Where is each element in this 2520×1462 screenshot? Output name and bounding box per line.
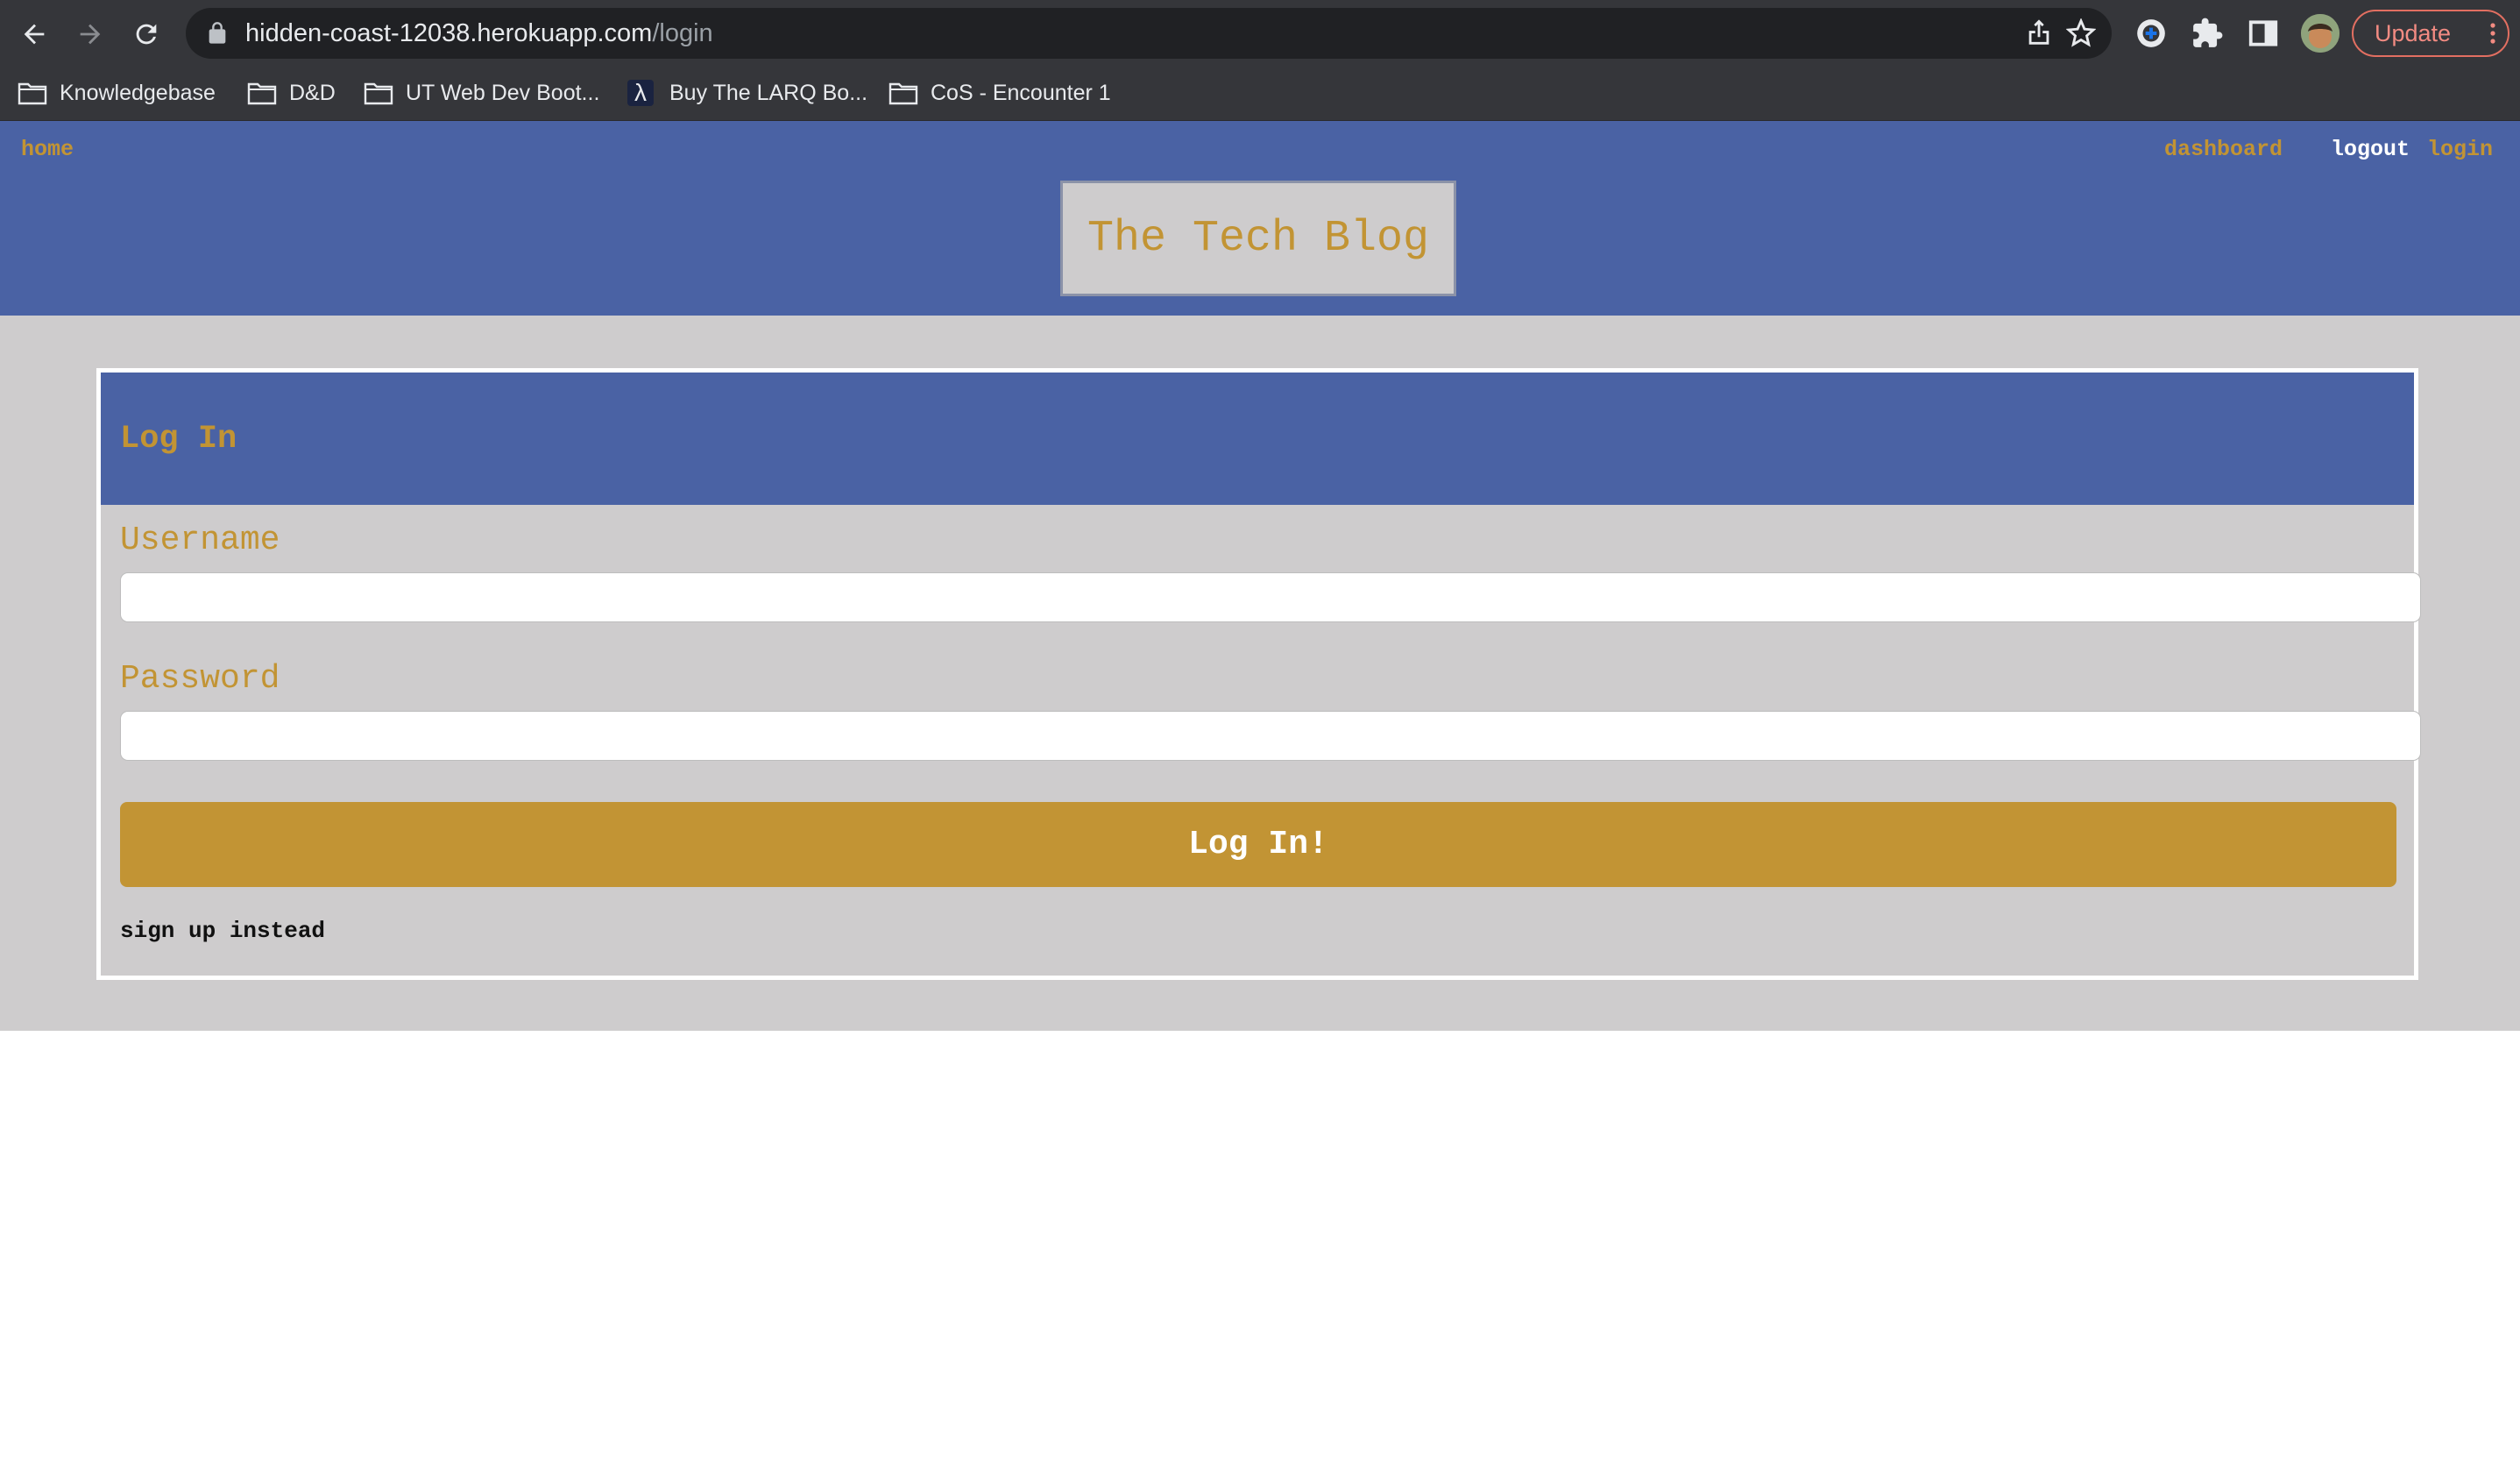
- login-card-header: Log In: [101, 373, 2414, 505]
- password-manager-icon[interactable]: [2134, 17, 2168, 50]
- site-title: The Tech Blog: [1087, 213, 1430, 264]
- bookmark-knowledgebase[interactable]: Knowledgebase: [18, 75, 216, 110]
- folder-icon: [18, 82, 47, 105]
- share-icon[interactable]: [2024, 18, 2054, 48]
- folder-icon: [247, 82, 277, 105]
- back-button[interactable]: [11, 11, 58, 58]
- address-bar[interactable]: hidden-coast-12038.herokuapp.com/login: [186, 8, 2112, 59]
- login-heading: Log In: [120, 421, 237, 458]
- password-input[interactable]: [120, 711, 2421, 761]
- bookmarks-bar: Knowledgebase D&D UT Web Dev Boot... λ B…: [0, 67, 2520, 121]
- lambda-icon: λ: [627, 80, 654, 106]
- url-text: hidden-coast-12038.herokuapp.com/login: [245, 19, 713, 47]
- main-content: Log In Username Password Log In! sign up…: [0, 316, 2520, 1031]
- nav-login-link[interactable]: login: [2427, 137, 2493, 163]
- site-title-box: The Tech Blog: [1060, 181, 1456, 296]
- bookmark-dnd[interactable]: D&D: [247, 75, 336, 110]
- browser-toolbar: hidden-coast-12038.herokuapp.com/login U…: [0, 0, 2520, 67]
- password-label: Password: [120, 660, 280, 698]
- back-arrow-icon: [24, 24, 45, 45]
- folder-icon: [888, 82, 918, 105]
- nav-dashboard-link[interactable]: dashboard: [2164, 137, 2283, 163]
- signup-instead-link[interactable]: sign up instead: [120, 918, 325, 944]
- side-panel-icon[interactable]: [2247, 17, 2280, 50]
- nav-home-link[interactable]: home: [21, 137, 74, 163]
- profile-avatar[interactable]: [2301, 14, 2339, 53]
- folder-icon: [364, 82, 393, 105]
- forward-button[interactable]: [67, 11, 114, 58]
- lock-icon: [209, 22, 226, 44]
- reload-icon: [136, 24, 157, 45]
- extensions-icon[interactable]: [2191, 17, 2224, 50]
- reload-button[interactable]: [123, 11, 170, 58]
- more-vert-icon: [2490, 23, 2495, 44]
- bookmark-larq[interactable]: λ Buy The LARQ Bo...: [627, 75, 867, 110]
- star-icon[interactable]: [2066, 18, 2096, 48]
- username-label: Username: [120, 522, 280, 559]
- username-input[interactable]: [120, 572, 2421, 622]
- login-submit-button[interactable]: Log In!: [120, 802, 2396, 887]
- bookmark-cos-encounter[interactable]: CoS - Encounter 1: [888, 75, 1111, 110]
- update-button[interactable]: Update: [2352, 10, 2509, 57]
- nav-logout-link[interactable]: logout: [2331, 137, 2410, 163]
- avatar-image: [2301, 14, 2339, 53]
- site-header: home dashboard logout login The Tech Blo…: [0, 121, 2520, 316]
- bookmark-ut-web-dev[interactable]: UT Web Dev Boot...: [364, 75, 599, 110]
- login-card: Log In Username Password Log In! sign up…: [96, 368, 2421, 980]
- forward-arrow-icon: [80, 24, 101, 45]
